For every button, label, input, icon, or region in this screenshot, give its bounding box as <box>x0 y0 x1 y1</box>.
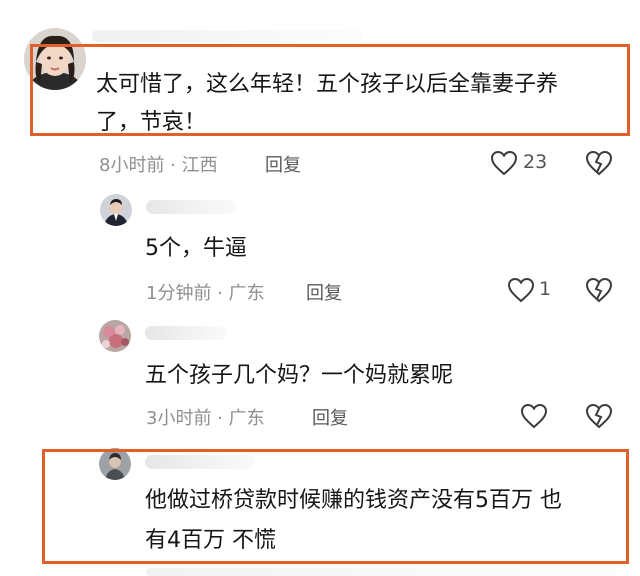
time-location: 1分钟前 · 广东 <box>146 283 265 304</box>
comment-text: 太可惜了，这么年轻！五个孩子以后全靠妻子养 <box>96 72 559 97</box>
cut-off-meta-row <box>146 568 616 576</box>
blurred-username <box>146 200 236 214</box>
man-in-suit-avatar-icon[interactable] <box>100 194 132 226</box>
comment-text-continued: 有4百万 不慌 <box>145 528 276 553</box>
heart-icon[interactable] <box>507 277 535 303</box>
reply-button[interactable]: 回复 <box>265 151 301 177</box>
like-count: 23 <box>523 151 548 173</box>
blurred-username <box>92 30 362 42</box>
heart-icon[interactable] <box>490 150 518 176</box>
broken-heart-icon[interactable] <box>585 277 613 303</box>
comment-text: 5个，牛逼 <box>145 236 247 261</box>
broken-heart-icon[interactable] <box>585 403 613 429</box>
broken-heart-icon[interactable] <box>585 150 613 176</box>
like-count: 1 <box>539 278 552 300</box>
blurred-username <box>145 455 255 469</box>
reply-button[interactable]: 回复 <box>312 404 348 430</box>
time-location: 3小时前 · 广东 <box>146 408 265 429</box>
reply-button[interactable]: 回复 <box>306 279 342 305</box>
blurred-username <box>145 326 227 340</box>
comment-text: 五个孩子几个妈？一个妈就累呢 <box>145 363 454 388</box>
heart-icon[interactable] <box>520 403 548 429</box>
flowers-avatar-icon[interactable] <box>99 320 131 352</box>
comment-text: 他做过桥贷款时候赚的钱资产没有5百万 也 <box>145 488 562 513</box>
time-location: 8小时前 · 江西 <box>99 155 218 176</box>
comment-text-continued: 了，节哀！ <box>96 110 207 135</box>
